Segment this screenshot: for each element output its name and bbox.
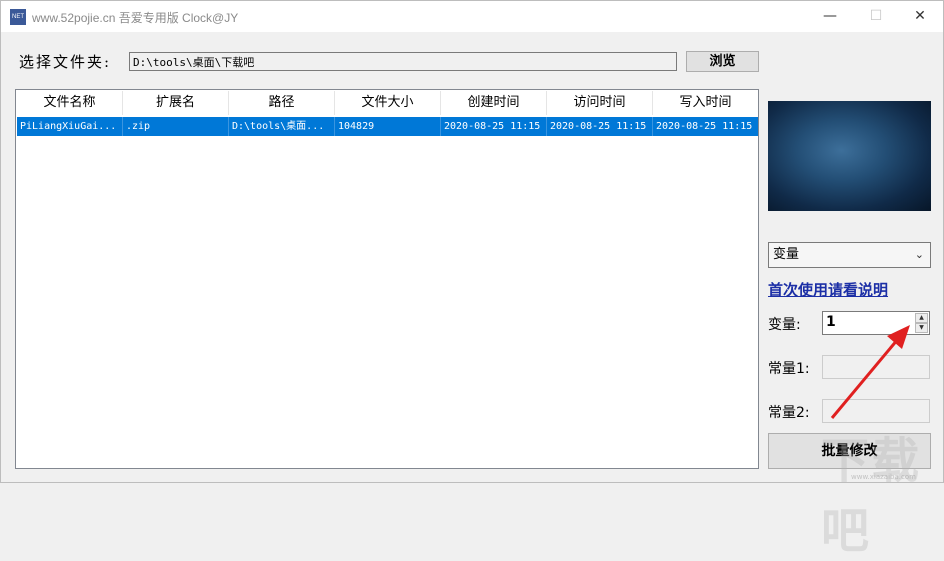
file-list-header: 文件名称 扩展名 路径 文件大小 创建时间 访问时间 写入时间 bbox=[17, 91, 758, 115]
browse-button[interactable]: 浏览 bbox=[686, 51, 759, 72]
watermark: 下载吧 bbox=[821, 433, 922, 559]
help-link[interactable]: 首次使用请看说明 bbox=[768, 279, 888, 300]
table-cell: 104829 bbox=[335, 117, 441, 136]
constant1-field[interactable] bbox=[822, 355, 930, 379]
table-cell: 2020-08-25 11:15 bbox=[441, 117, 547, 136]
mode-select-value: 变量 bbox=[773, 247, 800, 262]
mode-select[interactable]: 变量 ⌄ bbox=[768, 242, 931, 268]
variable-value[interactable]: 1 bbox=[826, 314, 836, 330]
maximize-button: ☐ bbox=[869, 8, 883, 24]
folder-path-input[interactable]: D:\tools\桌面\下载吧 bbox=[129, 52, 677, 71]
file-list[interactable]: 文件名称 扩展名 路径 文件大小 创建时间 访问时间 写入时间 PiLiangX… bbox=[15, 89, 759, 469]
app-icon: NET bbox=[10, 9, 26, 25]
constant1-label: 常量1: bbox=[768, 361, 810, 377]
variable-spinner[interactable]: 1 ▲ ▼ bbox=[822, 311, 930, 335]
table-row[interactable]: PiLiangXiuGai... .zip D:\tools\桌面... 104… bbox=[17, 117, 758, 136]
window-title: www.52pojie.cn 吾爱专用版 Clock@JY bbox=[32, 11, 239, 25]
table-cell: PiLiangXiuGai... bbox=[17, 117, 123, 136]
folder-label: 选择文件夹: bbox=[19, 53, 112, 71]
constant2-label: 常量2: bbox=[768, 405, 810, 421]
table-cell: D:\tools\桌面... bbox=[229, 117, 335, 136]
app-window: NET www.52pojie.cn 吾爱专用版 Clock@JY — ☐ ✕ … bbox=[0, 0, 944, 559]
minimize-button[interactable]: — bbox=[807, 1, 853, 32]
column-header[interactable]: 创建时间 bbox=[441, 91, 547, 115]
title-bar: NET www.52pojie.cn 吾爱专用版 Clock@JY — ☐ ✕ bbox=[1, 1, 943, 32]
column-header[interactable]: 文件名称 bbox=[17, 91, 123, 115]
column-header[interactable]: 路径 bbox=[229, 91, 335, 115]
column-header[interactable]: 文件大小 bbox=[335, 91, 441, 115]
spin-up-icon[interactable]: ▲ bbox=[915, 313, 928, 323]
column-header[interactable]: 写入时间 bbox=[653, 91, 758, 115]
constant2-field[interactable] bbox=[822, 399, 930, 423]
watermark-url: www.xiazaiba.com bbox=[851, 473, 916, 481]
variable-label: 变量: bbox=[768, 317, 801, 333]
preview-image bbox=[768, 101, 931, 211]
chevron-down-icon: ⌄ bbox=[914, 248, 924, 261]
column-header[interactable]: 访问时间 bbox=[547, 91, 653, 115]
table-cell: 2020-08-25 11:15 bbox=[547, 117, 653, 136]
table-cell: .zip bbox=[123, 117, 229, 136]
close-button[interactable]: ✕ bbox=[897, 1, 943, 32]
spin-down-icon[interactable]: ▼ bbox=[915, 323, 928, 333]
column-header[interactable]: 扩展名 bbox=[123, 91, 229, 115]
table-cell: 2020-08-25 11:15 bbox=[653, 117, 758, 136]
